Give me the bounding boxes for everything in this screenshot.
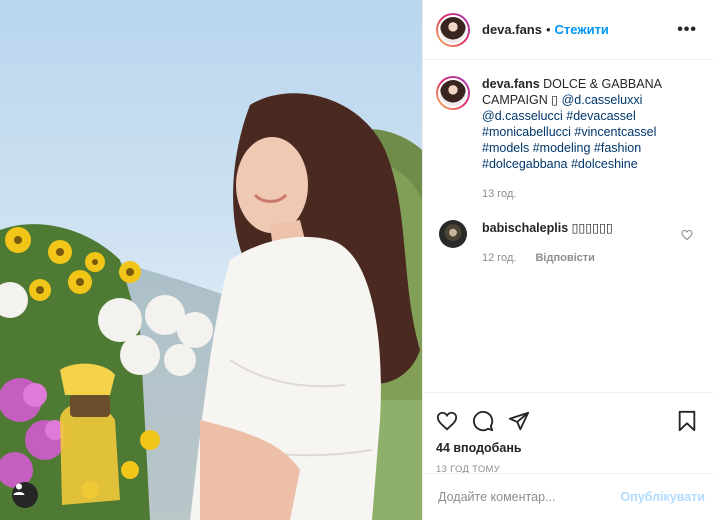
- comment-meta: 12 год. Відповісти: [482, 250, 613, 266]
- share-icon[interactable]: [508, 410, 530, 432]
- post-header: deva.fans • Стежити •••: [423, 0, 713, 60]
- hashtag-link[interactable]: #monicabellucci: [482, 125, 571, 139]
- caption-time[interactable]: 13 год.: [482, 186, 697, 202]
- comment-avatar[interactable]: [439, 220, 467, 248]
- header-username[interactable]: deva.fans: [482, 22, 542, 37]
- photo-illustration: [0, 93, 422, 520]
- caption-body: deva.fans DOLCE & GABBANA CAMPAIGN ▯ @d.…: [482, 76, 697, 202]
- comment-like-icon[interactable]: [681, 228, 693, 246]
- reply-button[interactable]: Відповісти: [535, 252, 594, 264]
- post-photo[interactable]: [0, 0, 422, 520]
- comments-list: deva.fans DOLCE & GABBANA CAMPAIGN ▯ @d.…: [423, 60, 713, 266]
- caption-username[interactable]: deva.fans: [482, 77, 540, 91]
- like-icon[interactable]: [436, 410, 458, 432]
- comment-item: babischaleplis ▯▯▯▯▯▯ 12 год. Відповісти: [436, 220, 697, 266]
- user-tag-icon[interactable]: [12, 482, 38, 508]
- bookmark-icon[interactable]: [677, 410, 697, 432]
- post-dialog: deva.fans • Стежити ••• deva.fans DOLCE …: [0, 0, 713, 520]
- post-side-panel: deva.fans • Стежити ••• deva.fans DOLCE …: [422, 0, 713, 520]
- likes-count[interactable]: 44 вподобань: [436, 441, 697, 455]
- hashtag-link[interactable]: #modeling: [533, 141, 591, 155]
- hashtag-link[interactable]: #dolcegabbana: [482, 157, 568, 171]
- hashtag-link[interactable]: #dolceshine: [571, 157, 638, 171]
- hashtag-link[interactable]: #models: [482, 141, 529, 155]
- comment-text: ▯▯▯▯▯▯: [571, 221, 613, 235]
- hashtag-link[interactable]: #devacassel: [566, 109, 636, 123]
- caption-avatar[interactable]: [436, 76, 470, 110]
- follow-button[interactable]: Стежити: [555, 22, 609, 37]
- comment-username[interactable]: babischaleplis: [482, 221, 568, 235]
- mention-link[interactable]: @d.casselucci: [482, 109, 563, 123]
- post-actions: 44 вподобань 13 ГОД ТОМУ: [423, 392, 713, 475]
- more-options-icon[interactable]: •••: [677, 21, 697, 39]
- mention-link[interactable]: @d.casseluxxi: [562, 93, 643, 107]
- header-separator: •: [545, 22, 551, 37]
- comment-input[interactable]: [438, 490, 621, 504]
- publish-button[interactable]: Опублікувати: [620, 490, 705, 504]
- caption: deva.fans DOLCE & GABBANA CAMPAIGN ▯ @d.…: [436, 76, 697, 202]
- avatar[interactable]: [436, 12, 470, 47]
- hashtag-link[interactable]: #fashion: [594, 141, 641, 155]
- action-icons: [436, 401, 697, 441]
- add-comment-bar: Опублікувати: [423, 473, 713, 520]
- comment-body: babischaleplis ▯▯▯▯▯▯ 12 год. Відповісти: [482, 220, 613, 266]
- comment-time[interactable]: 12 год.: [482, 252, 516, 264]
- hashtag-link[interactable]: #vincentcassel: [574, 125, 656, 139]
- comment-icon[interactable]: [472, 410, 494, 432]
